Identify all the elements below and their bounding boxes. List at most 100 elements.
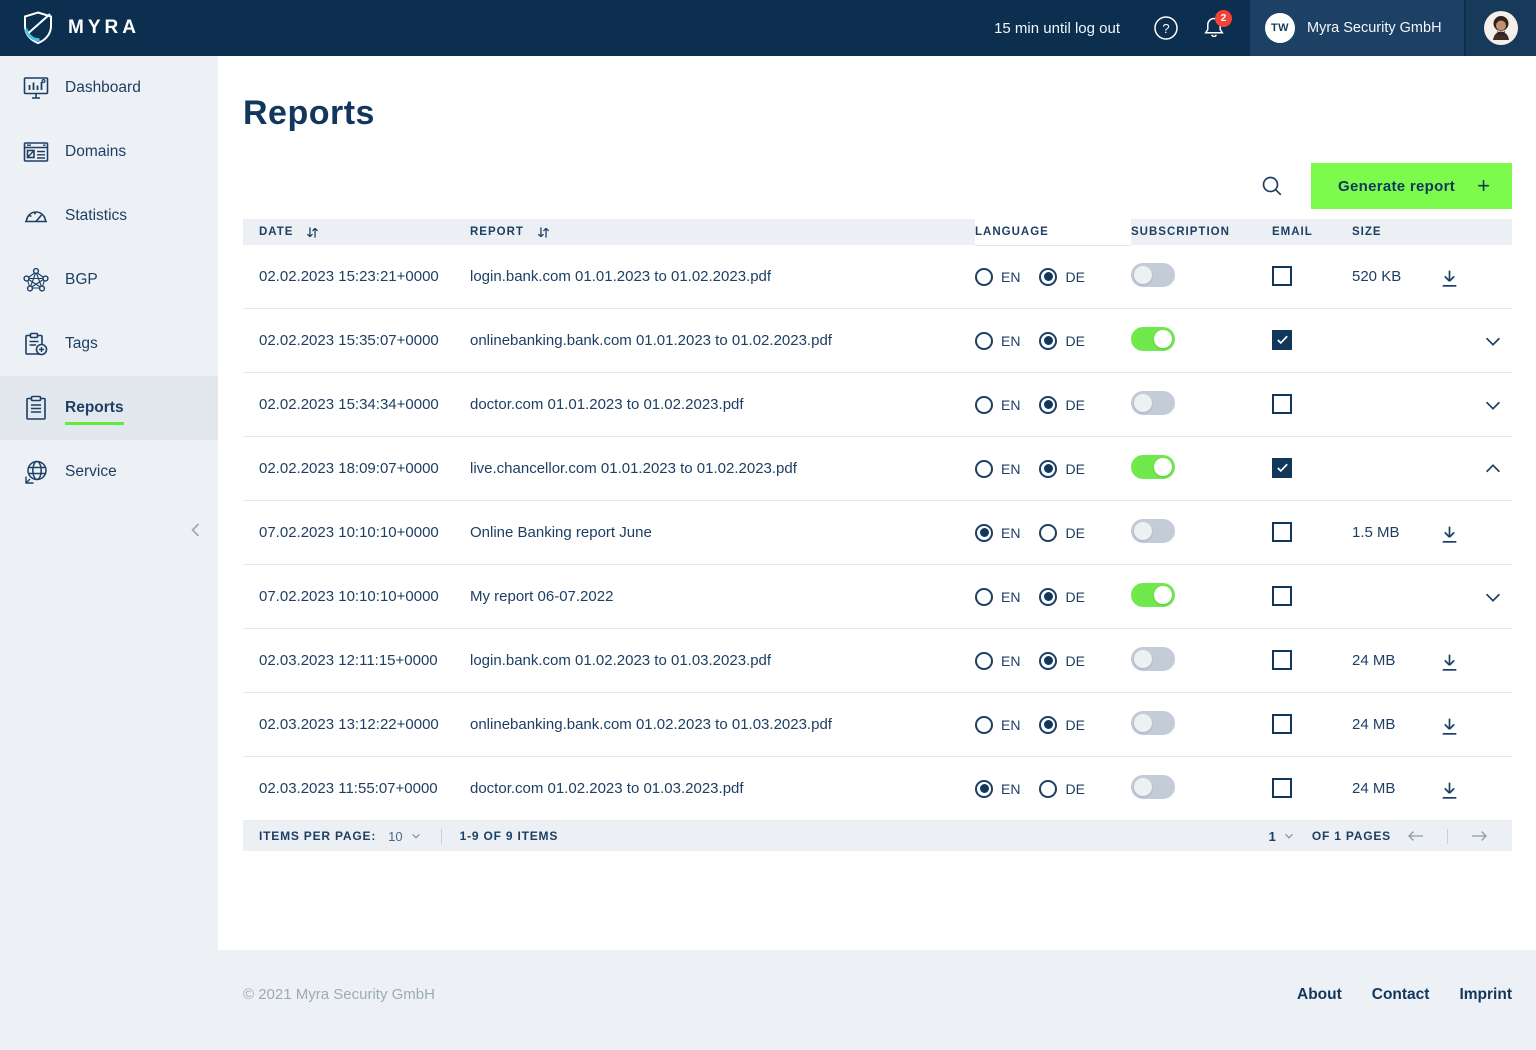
language-radio-en[interactable]: EN bbox=[975, 716, 1020, 734]
subscription-toggle[interactable] bbox=[1131, 391, 1175, 415]
subscription-toggle[interactable] bbox=[1131, 519, 1175, 543]
subscription-toggle[interactable] bbox=[1131, 263, 1175, 287]
previous-page-button[interactable] bbox=[1407, 829, 1425, 843]
footer-link-about[interactable]: About bbox=[1297, 986, 1342, 1004]
email-checkbox[interactable] bbox=[1272, 394, 1292, 414]
reports-table: DATE REPORT LANGUAGE SUBSCRIPTION EMAIL … bbox=[243, 219, 1512, 821]
next-page-button[interactable] bbox=[1470, 829, 1488, 843]
language-radio-en[interactable]: EN bbox=[975, 652, 1020, 670]
user-menu[interactable] bbox=[1464, 0, 1536, 56]
language-radio-de[interactable]: DE bbox=[1039, 460, 1084, 478]
sidebar-item-icon bbox=[20, 456, 52, 488]
sidebar: Dashboard Domains Statistics BGP Tags Re… bbox=[0, 56, 218, 950]
subscription-toggle[interactable] bbox=[1131, 711, 1175, 735]
sidebar-item-tags[interactable]: Tags bbox=[0, 312, 218, 376]
language-radio-en[interactable]: EN bbox=[975, 780, 1020, 798]
footer-link-contact[interactable]: Contact bbox=[1372, 986, 1430, 1004]
report-date: 02.03.2023 13:12:22+0000 bbox=[259, 716, 470, 733]
language-radio-de[interactable]: DE bbox=[1039, 780, 1084, 798]
items-per-page-select[interactable]: 10 bbox=[388, 829, 422, 844]
report-size: 520 KB bbox=[1352, 268, 1439, 285]
report-size: 24 MB bbox=[1352, 716, 1439, 733]
email-checkbox[interactable] bbox=[1272, 650, 1292, 670]
language-radio-de[interactable]: DE bbox=[1039, 268, 1084, 286]
subscription-toggle[interactable] bbox=[1131, 647, 1175, 671]
report-date: 02.03.2023 12:11:15+0000 bbox=[259, 652, 470, 669]
email-checkbox[interactable] bbox=[1272, 778, 1292, 798]
svg-text:?: ? bbox=[1162, 21, 1169, 36]
email-checkbox[interactable] bbox=[1272, 266, 1292, 286]
expand-chevron-icon[interactable] bbox=[1482, 330, 1504, 352]
download-icon[interactable] bbox=[1439, 520, 1460, 545]
expand-chevron-icon[interactable] bbox=[1482, 394, 1504, 416]
language-radio-de[interactable]: DE bbox=[1039, 524, 1084, 542]
brand-logo[interactable]: MYRA bbox=[0, 10, 140, 46]
language-radio-en[interactable]: EN bbox=[975, 396, 1020, 414]
expand-chevron-icon[interactable] bbox=[1482, 586, 1504, 608]
report-size: 24 MB bbox=[1352, 780, 1439, 797]
download-icon[interactable] bbox=[1439, 264, 1460, 289]
sidebar-item-label: Dashboard bbox=[65, 79, 141, 97]
sidebar-item-label: BGP bbox=[65, 271, 98, 289]
download-icon[interactable] bbox=[1439, 712, 1460, 737]
language-radio-de[interactable]: DE bbox=[1039, 332, 1084, 350]
language-radio-en[interactable]: EN bbox=[975, 588, 1020, 606]
chevron-left-icon bbox=[187, 521, 205, 539]
report-date: 02.02.2023 18:09:07+0000 bbox=[259, 460, 470, 477]
email-checkbox[interactable] bbox=[1272, 586, 1292, 606]
language-radio-de[interactable]: DE bbox=[1039, 652, 1084, 670]
report-name: live.chancellor.com 01.01.2023 to 01.02.… bbox=[470, 460, 975, 477]
download-icon[interactable] bbox=[1439, 776, 1460, 801]
subscription-toggle[interactable] bbox=[1131, 455, 1175, 479]
sidebar-items: Dashboard Domains Statistics BGP Tags Re… bbox=[0, 56, 218, 504]
chevron-down-icon bbox=[409, 829, 423, 843]
download-icon[interactable] bbox=[1439, 648, 1460, 673]
notifications-button[interactable]: 2 bbox=[1194, 8, 1234, 48]
report-name: doctor.com 01.02.2023 to 01.03.2023.pdf bbox=[470, 780, 975, 797]
language-radio-de[interactable]: DE bbox=[1039, 588, 1084, 606]
subscription-toggle[interactable] bbox=[1131, 775, 1175, 799]
sidebar-item-statistics[interactable]: Statistics bbox=[0, 184, 218, 248]
language-radio-en[interactable]: EN bbox=[975, 268, 1020, 286]
page-select[interactable]: 1 bbox=[1269, 829, 1296, 844]
language-radio-de[interactable]: DE bbox=[1039, 716, 1084, 734]
top-bar: MYRA 15 min until log out ? 2 TW Myra Se… bbox=[0, 0, 1536, 56]
account-menu[interactable]: TW Myra Security GmbH bbox=[1250, 0, 1464, 56]
sidebar-item-reports[interactable]: Reports bbox=[0, 376, 218, 440]
main-content: Reports Generate report + DATE REP bbox=[218, 56, 1536, 950]
language-radio-de[interactable]: DE bbox=[1039, 396, 1084, 414]
report-name: onlinebanking.bank.com 01.01.2023 to 01.… bbox=[470, 332, 975, 349]
column-header-subscription: SUBSCRIPTION bbox=[1131, 219, 1272, 245]
language-radio-en[interactable]: EN bbox=[975, 332, 1020, 350]
report-date: 07.02.2023 10:10:10+0000 bbox=[259, 588, 470, 605]
email-checkbox[interactable] bbox=[1272, 458, 1292, 478]
email-checkbox[interactable] bbox=[1272, 522, 1292, 542]
language-radio-en[interactable]: EN bbox=[975, 524, 1020, 542]
sidebar-item-bgp[interactable]: BGP bbox=[0, 248, 218, 312]
search-button[interactable] bbox=[1257, 171, 1287, 201]
table-row: 02.02.2023 18:09:07+0000 live.chancellor… bbox=[243, 437, 1512, 501]
column-header-size: SIZE bbox=[1352, 219, 1439, 245]
email-checkbox[interactable] bbox=[1272, 330, 1292, 350]
sort-icon[interactable] bbox=[535, 224, 552, 241]
sort-icon[interactable] bbox=[304, 224, 321, 241]
page-title: Reports bbox=[243, 56, 1512, 133]
table-row: 07.02.2023 10:10:10+0000 Online Banking … bbox=[243, 501, 1512, 565]
expand-chevron-icon[interactable] bbox=[1482, 458, 1504, 480]
report-date: 07.02.2023 10:10:10+0000 bbox=[259, 524, 470, 541]
subscription-toggle[interactable] bbox=[1131, 583, 1175, 607]
generate-report-button[interactable]: Generate report + bbox=[1311, 163, 1512, 209]
sidebar-collapse-button[interactable] bbox=[182, 516, 210, 544]
help-button[interactable]: ? bbox=[1146, 8, 1186, 48]
footer-link-imprint[interactable]: Imprint bbox=[1459, 986, 1512, 1004]
language-radio-en[interactable]: EN bbox=[975, 460, 1020, 478]
sidebar-item-service[interactable]: Service bbox=[0, 440, 218, 504]
session-timeout-text: 15 min until log out bbox=[994, 20, 1120, 37]
subscription-toggle[interactable] bbox=[1131, 327, 1175, 351]
table-row: 02.03.2023 11:55:07+0000 doctor.com 01.0… bbox=[243, 757, 1512, 821]
sidebar-item-domains[interactable]: Domains bbox=[0, 120, 218, 184]
email-checkbox[interactable] bbox=[1272, 714, 1292, 734]
sidebar-item-dashboard[interactable]: Dashboard bbox=[0, 56, 218, 120]
help-icon: ? bbox=[1153, 15, 1179, 41]
items-per-page-label: ITEMS PER PAGE: bbox=[259, 829, 376, 843]
